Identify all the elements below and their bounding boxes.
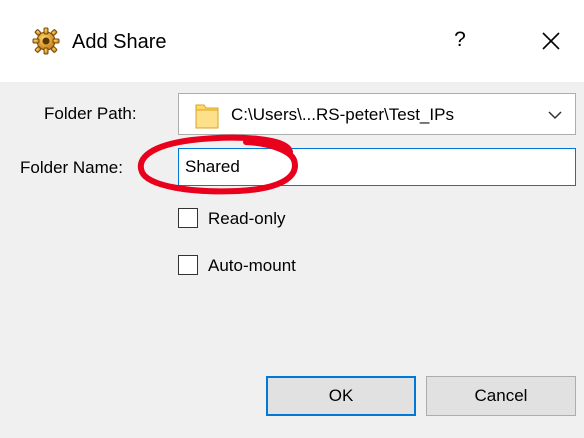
ok-button[interactable]: OK <box>266 376 416 416</box>
folder-name-input[interactable] <box>178 148 576 186</box>
title-bar: Add Share ? <box>0 0 584 82</box>
window-title: Add Share <box>72 31 167 53</box>
auto-mount-checkbox[interactable] <box>178 255 198 275</box>
close-button[interactable] <box>532 24 568 56</box>
folder-name-label: Folder Name: <box>20 158 123 177</box>
chevron-down-icon[interactable] <box>547 108 563 120</box>
read-only-checkbox[interactable] <box>178 208 198 228</box>
folder-path-value: C:\Users\...RS-peter\Test_IPs <box>231 105 454 124</box>
gear-cog-icon <box>32 27 60 55</box>
folder-icon <box>195 101 219 129</box>
folder-path-combobox[interactable]: C:\Users\...RS-peter\Test_IPs <box>178 93 576 135</box>
add-share-dialog: Add Share ? Folder Path: C:\Users\...RS-… <box>0 0 584 438</box>
auto-mount-label: Auto-mount <box>208 256 296 275</box>
help-button[interactable]: ? <box>446 24 474 56</box>
read-only-label: Read-only <box>208 209 286 228</box>
cancel-button[interactable]: Cancel <box>426 376 576 416</box>
folder-path-label: Folder Path: <box>44 104 137 123</box>
close-icon <box>542 32 560 50</box>
